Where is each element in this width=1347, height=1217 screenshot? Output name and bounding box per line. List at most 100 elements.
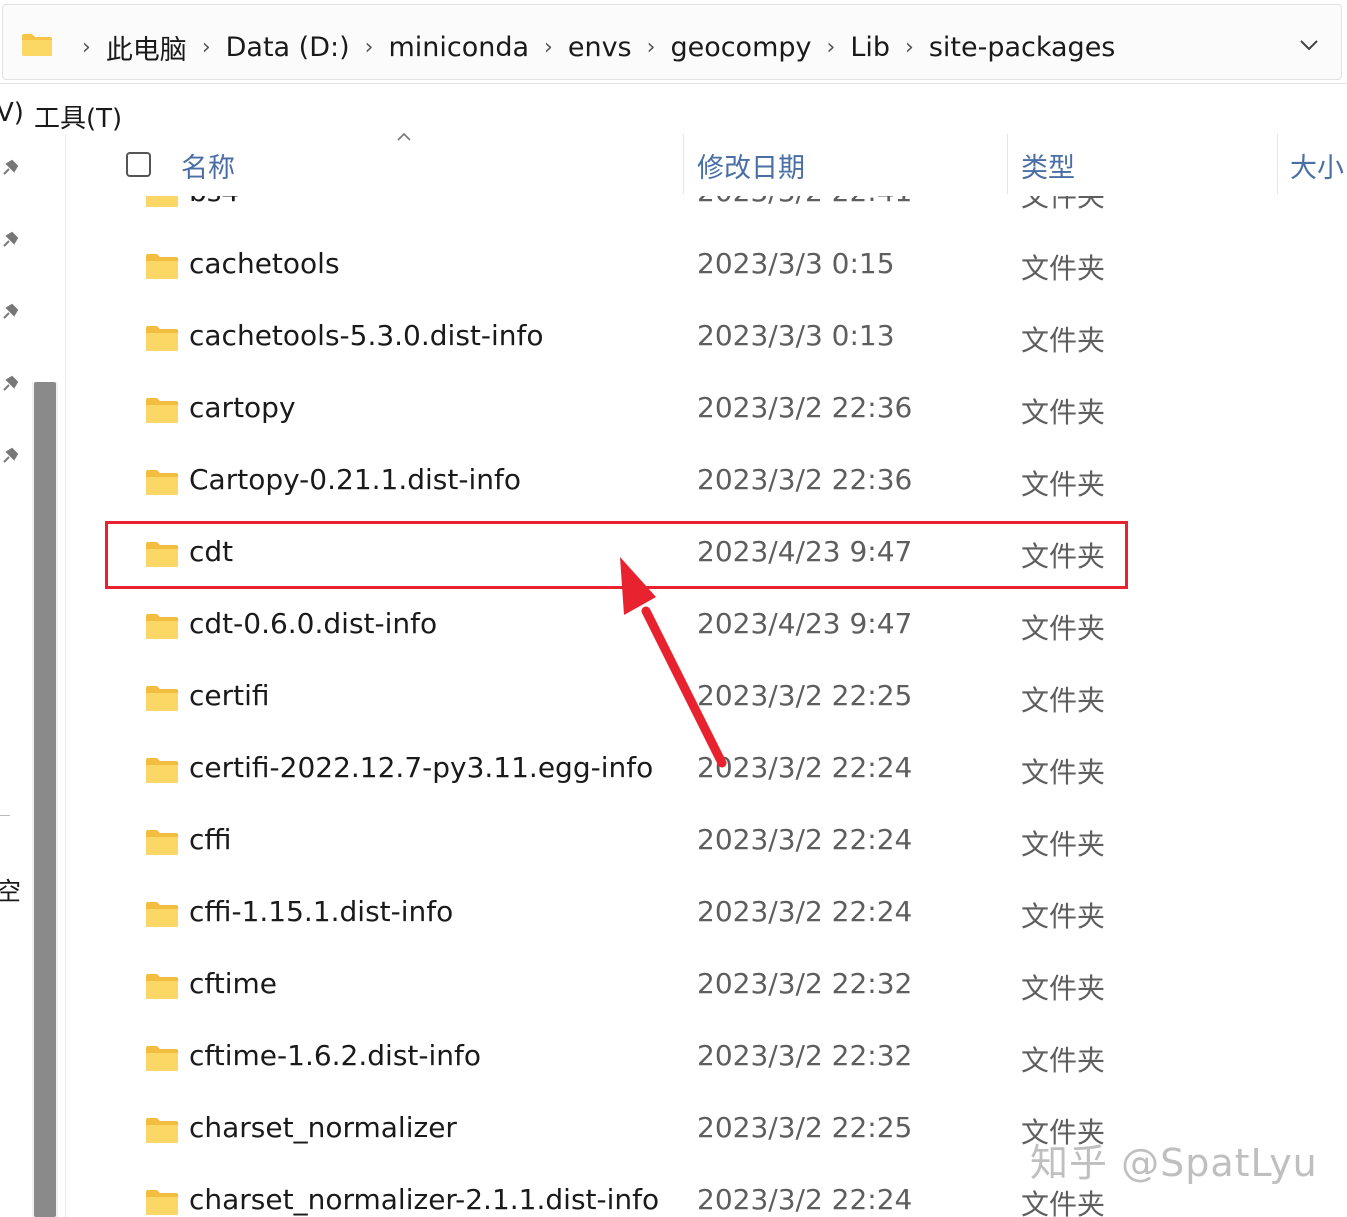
folder-icon	[145, 901, 179, 928]
folder-icon	[145, 829, 179, 856]
breadcrumb-item[interactable]: Data (D:)	[226, 32, 350, 63]
pin-icon	[0, 230, 20, 250]
file-type: 文件夹	[1021, 967, 1105, 1007]
folder-icon	[21, 33, 53, 57]
breadcrumb-separator-icon[interactable]: ›	[905, 35, 914, 60]
chevron-down-icon[interactable]	[1297, 33, 1321, 57]
menu-item-view[interactable]: V)	[0, 98, 24, 128]
folder-icon	[145, 1117, 179, 1144]
file-name: charset_normalizer	[189, 1111, 457, 1144]
watermark: 知乎 @SpatLyu	[1030, 1132, 1318, 1187]
column-divider[interactable]	[683, 134, 684, 194]
file-type: 文件夹	[1021, 391, 1105, 431]
file-row[interactable]: cachetools-5.3.0.dist-info 2023/3/3 0:13 文…	[67, 303, 1347, 375]
file-type: 文件夹	[1021, 1183, 1105, 1217]
annotation-arrow-icon	[600, 545, 740, 775]
breadcrumb-item[interactable]: envs	[568, 32, 632, 63]
scrollbar-thumb[interactable]	[34, 382, 56, 1217]
file-name: cftime-1.6.2.dist-info	[189, 1039, 481, 1072]
pin-icon	[0, 446, 20, 466]
file-type: 文件夹	[1021, 1039, 1105, 1079]
file-type: 文件夹	[1021, 319, 1105, 359]
breadcrumb-separator-icon[interactable]: ›	[82, 35, 91, 60]
file-name: Cartopy-0.21.1.dist-info	[189, 463, 521, 496]
file-row[interactable]: cachetools 2023/3/3 0:15 文件夹	[67, 231, 1347, 303]
file-type: 文件夹	[1021, 196, 1105, 215]
file-row[interactable]: cftime-1.6.2.dist-info 2023/3/2 22:32 文件夹	[67, 1023, 1347, 1095]
folder-icon	[145, 1189, 179, 1216]
file-type: 文件夹	[1021, 607, 1105, 647]
folder-icon	[145, 613, 179, 640]
column-type[interactable]: 类型	[1021, 146, 1075, 185]
file-type: 文件夹	[1021, 823, 1105, 863]
folder-icon	[145, 1045, 179, 1072]
file-name: certifi	[189, 679, 270, 712]
file-row[interactable]: Cartopy-0.21.1.dist-info2023/3/2 22:36文件…	[67, 447, 1347, 519]
file-name: cffi	[189, 823, 231, 856]
folder-icon	[145, 685, 179, 712]
file-name: bs4	[189, 196, 239, 208]
nav-item-label[interactable]: 空	[0, 872, 21, 908]
file-modified-date: 2023/3/2 22:24	[697, 823, 912, 856]
address-bar-field[interactable]: › 此电脑 › Data (D:) › miniconda › envs › geocompy › L…	[2, 4, 1342, 80]
file-modified-date: 2023/3/2 22:32	[697, 1039, 912, 1072]
breadcrumb-separator-icon[interactable]: ›	[827, 35, 836, 60]
file-modified-date: 2023/3/2 22:24	[697, 1183, 912, 1216]
address-bar: › 此电脑 › Data (D:) › miniconda › envs › geocompy › L…	[0, 0, 1347, 84]
file-type: 文件夹	[1021, 679, 1105, 719]
breadcrumb-separator-icon[interactable]: ›	[202, 35, 211, 60]
folder-icon	[145, 469, 179, 496]
breadcrumb-item[interactable]: miniconda	[388, 32, 529, 63]
file-name: cartopy	[189, 391, 296, 424]
breadcrumb: › 此电脑 › Data (D:) › miniconda › envs › geocompy › L…	[67, 27, 1115, 67]
file-name: cdt-0.6.0.dist-info	[189, 607, 437, 640]
file-name: cftime	[189, 967, 277, 1000]
pin-icon	[0, 158, 20, 178]
file-modified-date: 2023/3/3 0:15	[697, 247, 895, 280]
breadcrumb-separator-icon[interactable]: ›	[544, 35, 553, 60]
file-row[interactable]: bs4 2023/3/2 22:41 文件夹	[67, 196, 1347, 231]
file-name: cachetools-5.3.0.dist-info	[189, 319, 544, 352]
file-row[interactable]: cartopy 2023/3/2 22:36 文件夹	[67, 375, 1347, 447]
breadcrumb-item[interactable]: site-packages	[929, 32, 1116, 63]
file-row[interactable]: cffi-1.15.1.dist-info2023/3/2 22:24文件夹	[67, 879, 1347, 951]
nav-divider	[0, 815, 10, 816]
file-row[interactable]: cffi 2023/3/2 22:24 文件夹	[67, 807, 1347, 879]
column-divider[interactable]	[1277, 134, 1278, 194]
navigation-pane: 空	[0, 134, 66, 1217]
column-divider[interactable]	[1007, 134, 1008, 194]
folder-icon	[145, 397, 179, 424]
folder-icon	[145, 253, 179, 280]
column-header: 名称 修改日期 类型 大小	[67, 134, 1347, 196]
pin-icon	[0, 374, 20, 394]
file-type: 文件夹	[1021, 247, 1105, 287]
file-row[interactable]: cftime 2023/3/2 22:32 文件夹	[67, 951, 1347, 1023]
file-modified-date: 2023/3/2 22:41	[697, 196, 912, 208]
file-modified-date: 2023/3/2 22:25	[697, 1111, 912, 1144]
menu-item-tools[interactable]: 工具(T)	[34, 98, 122, 135]
file-type: 文件夹	[1021, 895, 1105, 935]
file-name: charset_normalizer-2.1.1.dist-info	[189, 1183, 659, 1216]
breadcrumb-separator-icon[interactable]: ›	[647, 35, 656, 60]
folder-icon	[145, 973, 179, 1000]
select-all-checkbox[interactable]	[126, 152, 151, 177]
file-modified-date: 2023/3/2 22:32	[697, 967, 912, 1000]
breadcrumb-item[interactable]: Lib	[850, 32, 890, 63]
column-modified[interactable]: 修改日期	[697, 146, 805, 185]
breadcrumb-item[interactable]: geocompy	[670, 32, 811, 63]
file-modified-date: 2023/3/2 22:36	[697, 463, 912, 496]
folder-icon	[145, 757, 179, 784]
file-type: 文件夹	[1021, 751, 1105, 791]
file-modified-date: 2023/3/2 22:36	[697, 391, 912, 424]
breadcrumb-item[interactable]: 此电脑	[106, 28, 187, 67]
file-name: cachetools	[189, 247, 340, 280]
file-modified-date: 2023/3/2 22:24	[697, 895, 912, 928]
pin-icon	[0, 302, 20, 322]
column-size[interactable]: 大小	[1290, 146, 1344, 185]
folder-icon	[145, 325, 179, 352]
breadcrumb-separator-icon[interactable]: ›	[365, 35, 374, 60]
file-name: certifi-2022.12.7-py3.11.egg-info	[189, 751, 653, 784]
file-modified-date: 2023/3/3 0:13	[697, 319, 895, 352]
sort-ascending-icon	[396, 132, 412, 142]
column-name[interactable]: 名称	[181, 146, 235, 185]
